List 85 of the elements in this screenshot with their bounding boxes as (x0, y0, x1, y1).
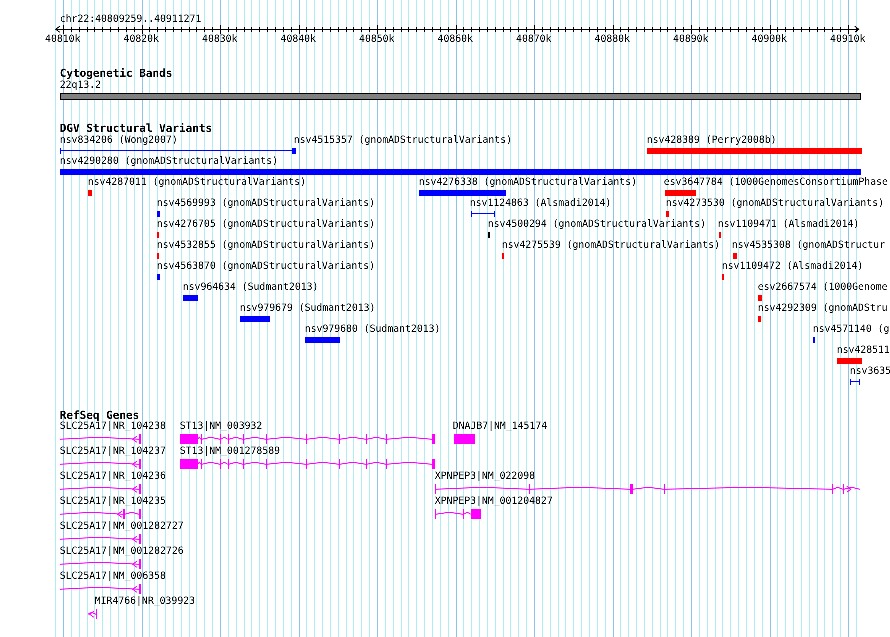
variant-bar[interactable] (419, 190, 506, 196)
gene-model[interactable] (60, 534, 141, 544)
variant-bar[interactable] (183, 295, 198, 301)
variant-label: nsv428389 (Perry2008b) (647, 135, 777, 147)
variant-label: nsv1124863 (Alsmadi2014) (470, 198, 612, 210)
variant-label: nsv4535308 (gnomADStructur (732, 240, 886, 252)
variant-bar[interactable] (240, 316, 270, 322)
tick-label: 40910k (830, 34, 866, 46)
variant-label: nsv4273530 (gnomADStructuralVariants) (666, 198, 884, 210)
variant-label: esv2667574 (1000Genome (758, 282, 888, 294)
variant-bar[interactable] (305, 337, 340, 343)
variant-label: nsv4515357 (gnomADStructuralVariants) (294, 135, 512, 147)
gene-model[interactable] (60, 510, 141, 520)
variant-label: nsv4563870 (gnomADStructuralVariants) (157, 261, 376, 273)
gene-label: ST13|NM_001278589 (180, 446, 280, 458)
variant-bar[interactable] (837, 358, 862, 364)
variant-bar[interactable] (758, 295, 762, 301)
tick-label: 40880k (594, 34, 630, 46)
tick-label: 40830k (202, 34, 238, 46)
gene-model[interactable] (60, 584, 141, 594)
gene-label: SLC25A17|NM_001282727 (60, 521, 184, 533)
variant-label: nsv4500294 (gnomADStructuralVariants) (488, 219, 706, 231)
gene-label: SLC25A17|NR_104237 (60, 446, 166, 458)
track-title: Cytogenetic Bands (60, 68, 173, 80)
variant-span[interactable] (60, 148, 294, 154)
variant-span[interactable] (850, 378, 860, 386)
variant-label: esv3647784 (1000GenomesConsortiumPhase (664, 177, 888, 189)
variant-span[interactable] (470, 210, 496, 218)
tick-label: 40890k (673, 34, 709, 46)
gene-label: SLC25A17|NM_006358 (60, 571, 166, 583)
track-title: DGV Structural Variants (60, 123, 212, 135)
gene-model[interactable] (60, 484, 141, 494)
variant-bar[interactable] (157, 274, 160, 280)
variant-label: nsv4571140 (g (813, 324, 890, 336)
gene-model[interactable] (180, 434, 435, 444)
gene-label: SLC25A17|NM_001282726 (60, 546, 184, 558)
variant-label: nsv4276338 (gnomADStructuralVariants) (419, 177, 638, 189)
gene-label: ST13|NM_003932 (180, 421, 263, 433)
variant-label: nsv834206 (Wong2007) (60, 135, 178, 147)
variant-label: nsv428511 (837, 345, 890, 357)
tick-label: 40900k (752, 34, 788, 46)
variant-label: nsv4276705 (gnomADStructuralVariants) (157, 219, 376, 231)
variant-label: nsv964634 (Sudmant2013) (183, 282, 319, 294)
variant-bar[interactable] (157, 211, 160, 217)
tick-label: 40820k (124, 34, 160, 46)
variant-bar[interactable] (60, 169, 861, 175)
tick-label: 40840k (280, 34, 316, 46)
variant-bar[interactable] (647, 148, 862, 154)
gene-label: XPNPEP3|NM_022098 (435, 471, 536, 483)
band-label: 22q13.2 (60, 80, 102, 92)
variant-bar[interactable] (758, 316, 761, 322)
gene-label: SLC25A17|NR_104235 (60, 496, 166, 508)
tick-label: 40850k (359, 34, 395, 46)
tick-label: 40860k (438, 34, 474, 46)
variant-label: nsv979680 (Sudmant2013) (305, 324, 441, 336)
location-label: chr22:40809259..40911271 (60, 14, 202, 26)
variant-bar[interactable] (293, 148, 296, 154)
variant-label: nsv979679 (Sudmant2013) (240, 303, 376, 315)
gene-model[interactable] (88, 610, 97, 620)
gene-model[interactable] (435, 484, 860, 494)
gene-label: XPNPEP3|NM_001204827 (435, 496, 553, 508)
gene-model[interactable] (435, 510, 481, 520)
variant-label: nsv1109471 (Alsmadi2014) (718, 219, 860, 231)
variant-bar[interactable] (733, 253, 737, 259)
tick-label: 40870k (516, 34, 552, 46)
variant-label: nsv4532855 (gnomADStructuralVariants) (157, 240, 376, 252)
gene-label: MIR4766|NR_039923 (95, 596, 196, 608)
gene-model[interactable] (180, 460, 435, 470)
gene-label: SLC25A17|NR_104236 (60, 471, 166, 483)
gene-label: DNAJB7|NM_145174 (453, 421, 548, 433)
gene-label: SLC25A17|NR_104238 (60, 421, 166, 433)
variant-label: nsv4290280 (gnomADStructuralVariants) (60, 156, 278, 168)
track-title: RefSeq Genes (60, 410, 140, 422)
variant-bar[interactable] (88, 190, 92, 196)
variant-label: nsv4287011 (gnomADStructuralVariants) (88, 177, 306, 189)
variant-label: nsv1109472 (Alsmadi2014) (722, 261, 864, 273)
variant-label: nsv4569993 (gnomADStructuralVariants) (157, 198, 376, 210)
gene-model[interactable] (60, 460, 141, 470)
tick-label: 40810k (45, 34, 81, 46)
gene-model[interactable] (60, 560, 141, 570)
variant-bar[interactable] (665, 190, 696, 196)
gene-model[interactable] (60, 434, 141, 444)
variant-bar[interactable] (666, 211, 669, 217)
variant-label: nsv4292309 (gnomADStru (758, 303, 888, 315)
variant-label: nsv4275539 (gnomADStructuralVariants) (502, 240, 720, 252)
